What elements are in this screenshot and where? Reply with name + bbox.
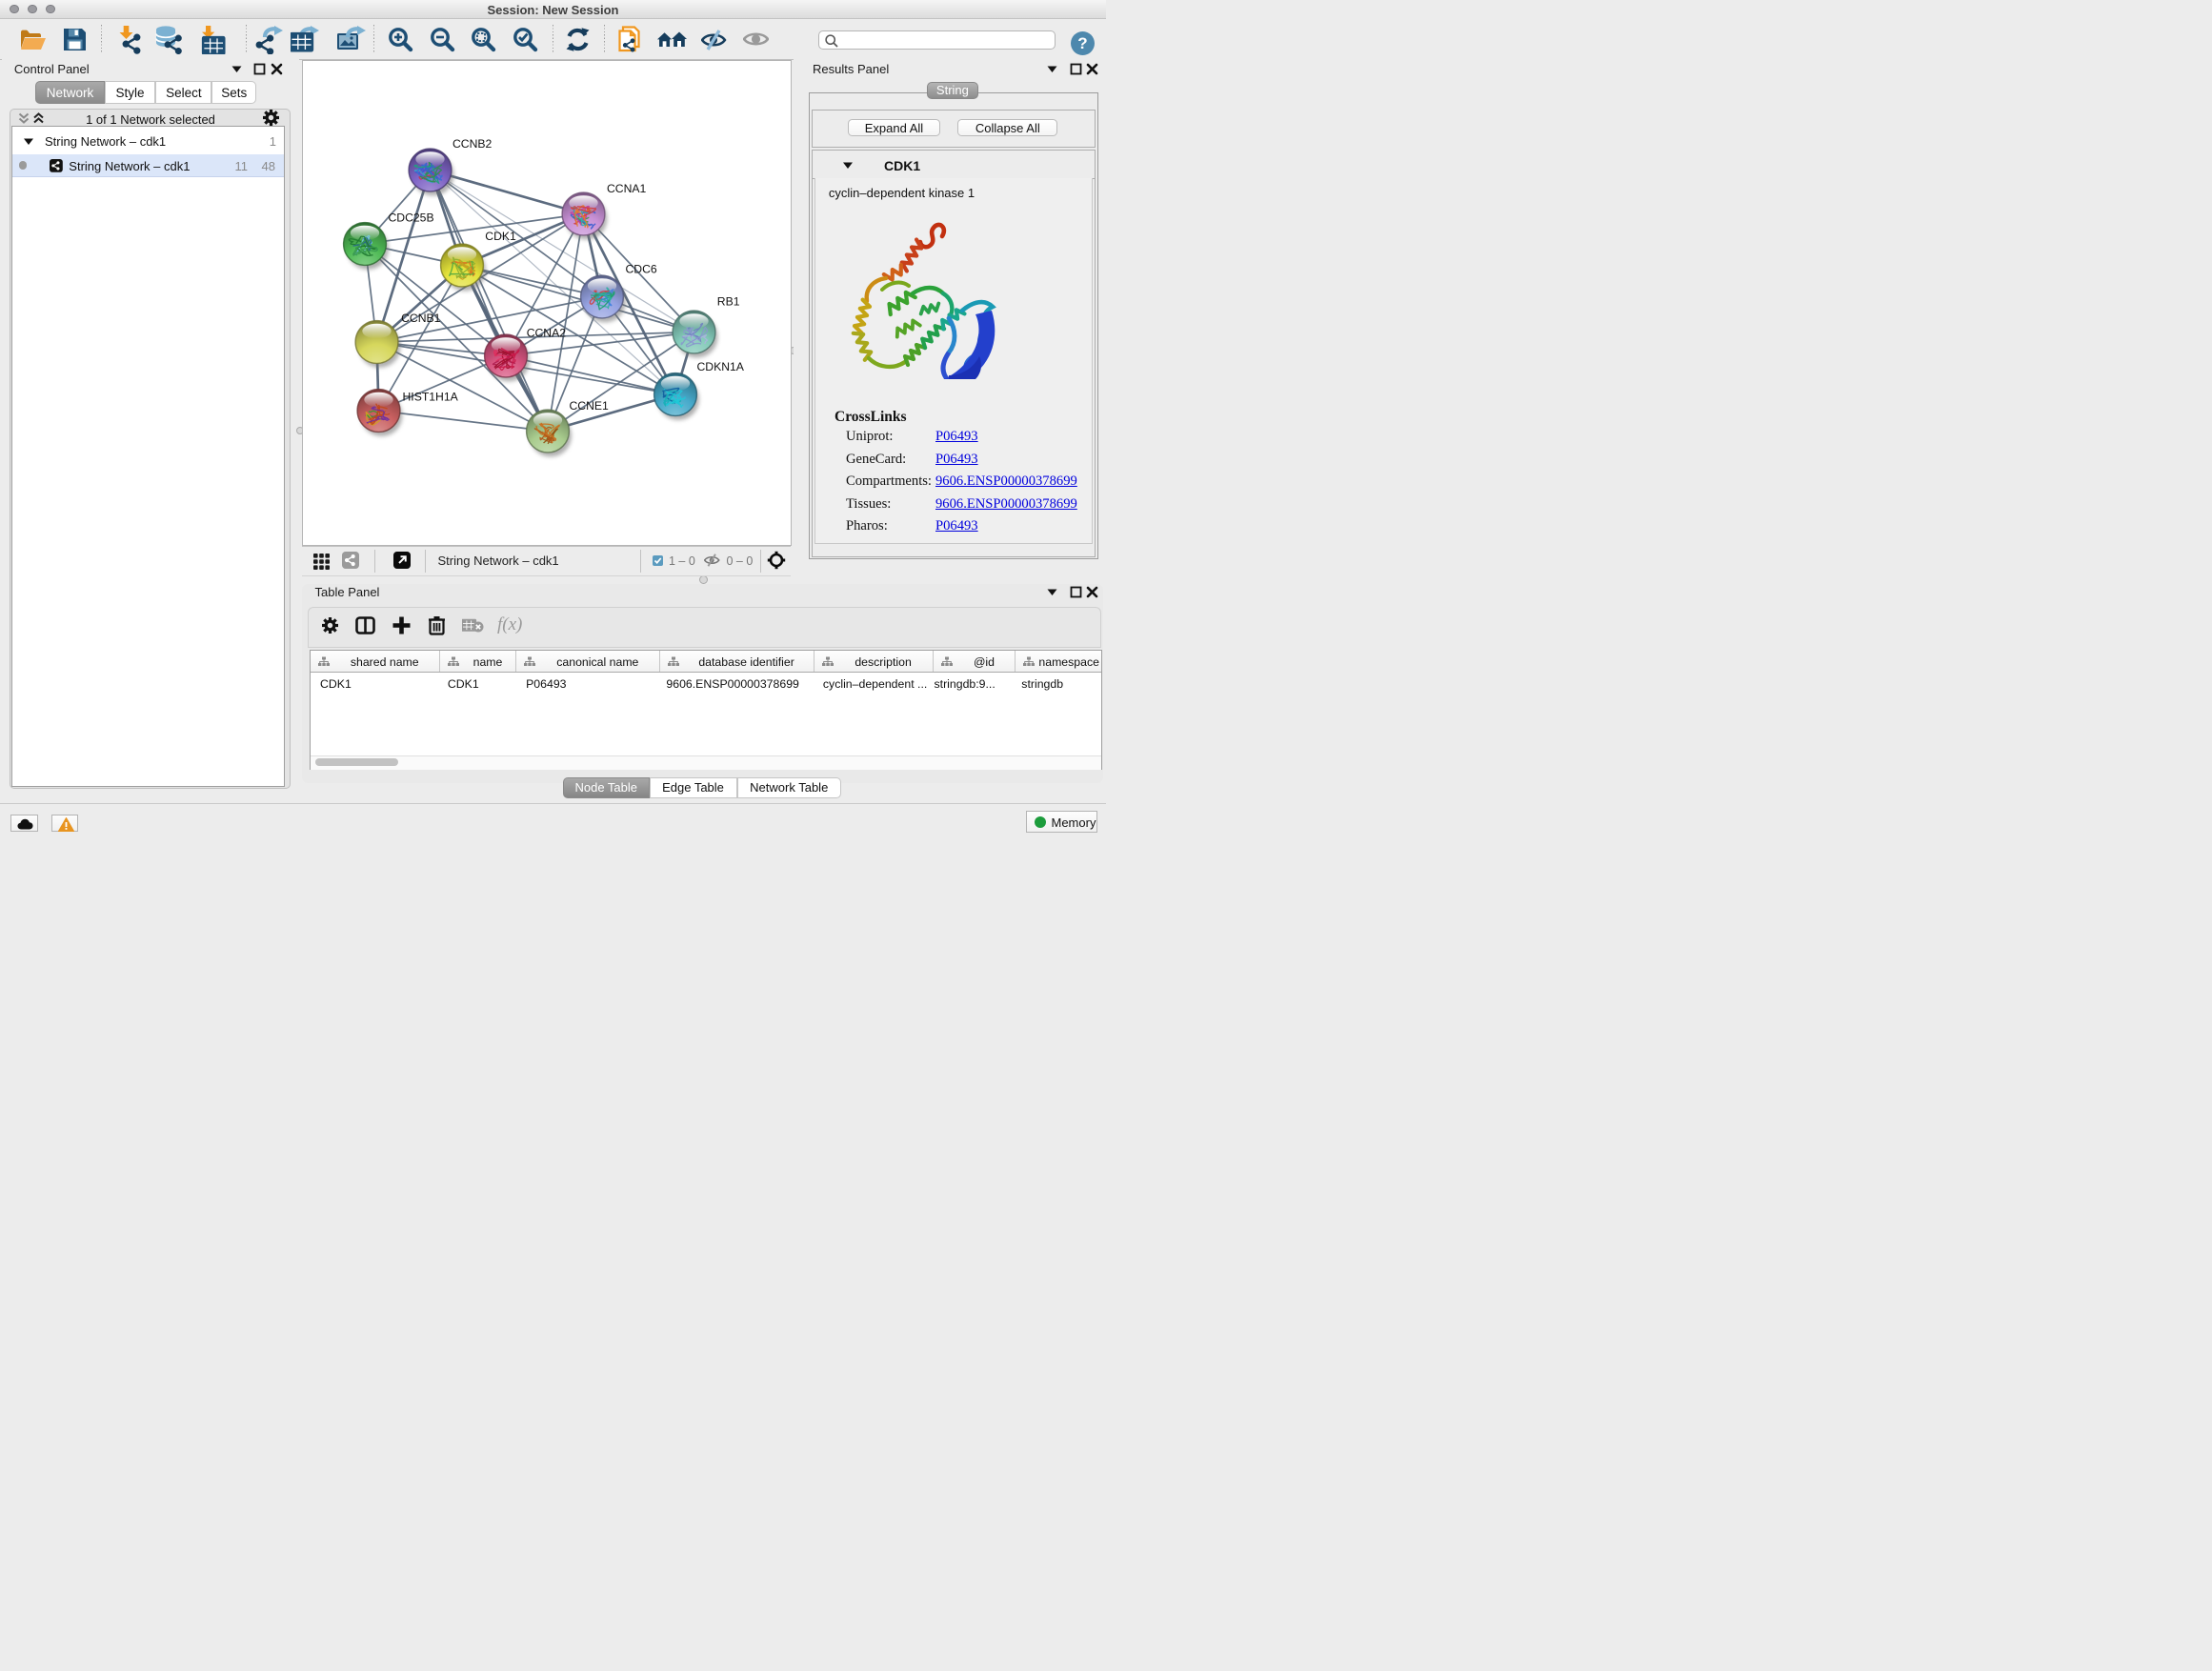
svg-text:CDK1: CDK1 bbox=[485, 230, 516, 243]
svg-text:HIST1H1A: HIST1H1A bbox=[402, 391, 458, 404]
svg-text:CCNE1: CCNE1 bbox=[569, 399, 609, 413]
svg-text:CDC6: CDC6 bbox=[625, 263, 656, 276]
svg-text:RB1: RB1 bbox=[716, 295, 739, 309]
svg-text:CCNA2: CCNA2 bbox=[526, 327, 566, 340]
svg-text:CDC25B: CDC25B bbox=[388, 211, 433, 225]
svg-text:CCNA1: CCNA1 bbox=[607, 182, 647, 195]
svg-text:CCNB1: CCNB1 bbox=[401, 312, 441, 325]
svg-text:CDKN1A: CDKN1A bbox=[696, 360, 744, 373]
svg-text:CCNB2: CCNB2 bbox=[452, 137, 493, 151]
